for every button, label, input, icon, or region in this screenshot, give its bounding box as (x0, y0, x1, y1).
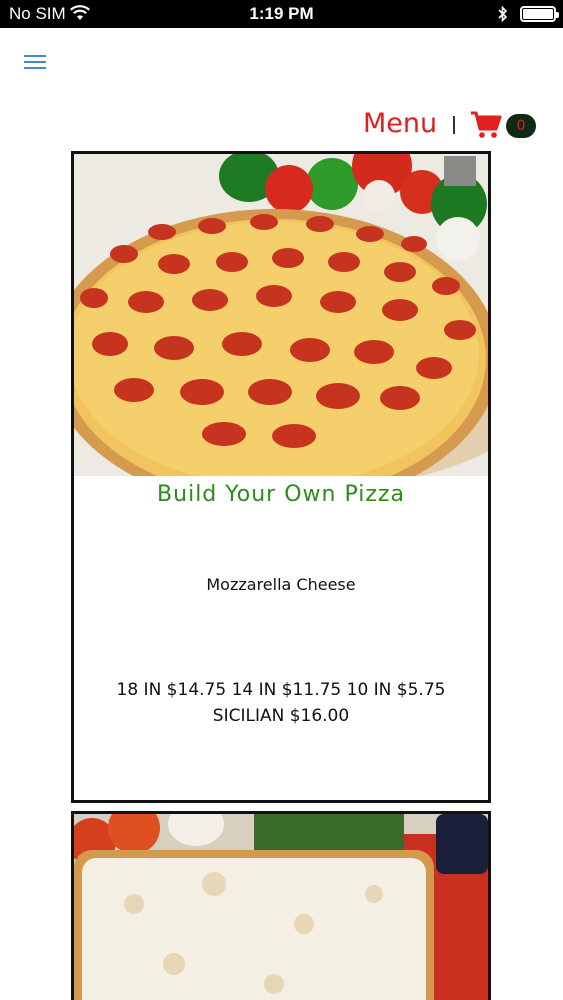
sicilian-pizza-photo (74, 814, 488, 1000)
clock-time: 1:19 PM (249, 4, 314, 23)
product-prices: 18 IN $14.75 14 IN $11.75 10 IN $5.75 SI… (94, 677, 468, 729)
price-line-sizes: 18 IN $14.75 14 IN $11.75 10 IN $5.75 (116, 680, 446, 700)
battery-icon (520, 6, 559, 22)
menu-link[interactable]: Menu (363, 108, 437, 139)
product-description: Mozzarella Cheese (206, 575, 356, 594)
product-title[interactable]: Build Your Own Pizza (74, 482, 488, 507)
pizza-photo (74, 154, 488, 476)
shopping-cart-icon[interactable] (470, 111, 502, 143)
product-card[interactable] (71, 811, 491, 1000)
bluetooth-icon (498, 5, 508, 27)
product-card[interactable]: Build Your Own Pizza Mozzarella Cheese 1… (71, 151, 491, 803)
cart-count-badge: 0 (506, 114, 536, 138)
status-bar: No SIM 1:19 PM (0, 0, 563, 28)
header-divider (453, 116, 455, 134)
hamburger-menu-icon[interactable] (24, 55, 46, 69)
price-line-sicilian: SICILIAN $16.00 (212, 706, 350, 726)
